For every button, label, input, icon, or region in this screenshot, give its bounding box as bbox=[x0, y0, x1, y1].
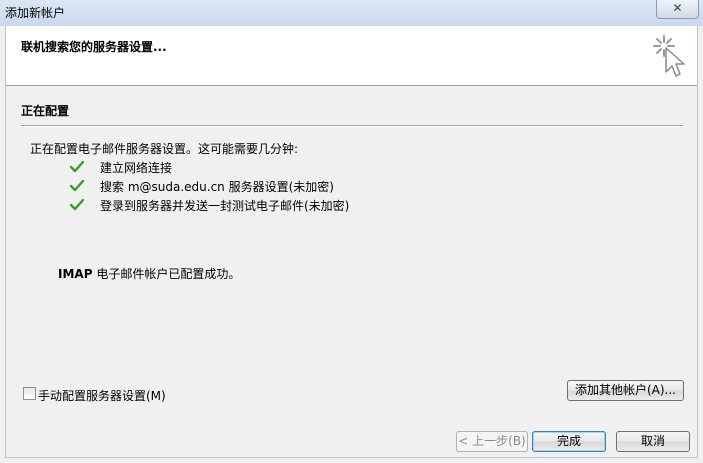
add-account-dialog: 添加新帐户 ✕ 联机搜索您的服务器设置... 正在配置 正在配置电子邮件服务器设… bbox=[0, 0, 703, 463]
section-divider bbox=[21, 125, 683, 127]
add-other-account-button[interactable]: 添加其他帐户(A)... bbox=[567, 380, 684, 401]
manual-config-label[interactable]: 手动配置服务器设置(M) bbox=[38, 387, 166, 404]
title-bar: 添加新帐户 ✕ bbox=[0, 0, 703, 26]
step-label: 登录到服务器并发送一封测试电子邮件(未加密) bbox=[100, 199, 350, 213]
finish-button[interactable]: 完成 bbox=[532, 431, 606, 452]
header-title: 联机搜索您的服务器设置... bbox=[21, 40, 167, 54]
success-protocol: IMAP bbox=[58, 267, 93, 281]
step-label: 建立网络连接 bbox=[100, 161, 173, 175]
checkmark-icon bbox=[70, 199, 84, 211]
close-icon: ✕ bbox=[672, 1, 683, 15]
busy-cursor-icon bbox=[653, 35, 685, 77]
header-panel: 联机搜索您的服务器设置... bbox=[6, 26, 697, 86]
dialog-client-area: 联机搜索您的服务器设置... 正在配置 正在配置电子邮件服务器设置。这可能需要几… bbox=[5, 26, 698, 458]
checkmark-icon bbox=[70, 180, 84, 192]
manual-config-checkbox[interactable] bbox=[23, 387, 36, 400]
close-button[interactable]: ✕ bbox=[656, 0, 699, 19]
checkmark-icon bbox=[70, 161, 84, 173]
success-text: 电子邮件帐户已配置成功。 bbox=[92, 267, 241, 281]
window-title: 添加新帐户 bbox=[5, 6, 66, 20]
success-message: IMAP 电子邮件帐户已配置成功。 bbox=[58, 265, 240, 282]
configuring-intro: 正在配置电子邮件服务器设置。这可能需要几分钟: bbox=[30, 142, 299, 156]
back-button[interactable]: < 上一步(B) bbox=[456, 431, 528, 452]
step-label: 搜索 m@suda.edu.cn 服务器设置(未加密) bbox=[100, 180, 334, 194]
cancel-button[interactable]: 取消 bbox=[616, 431, 690, 452]
section-title: 正在配置 bbox=[21, 104, 70, 118]
